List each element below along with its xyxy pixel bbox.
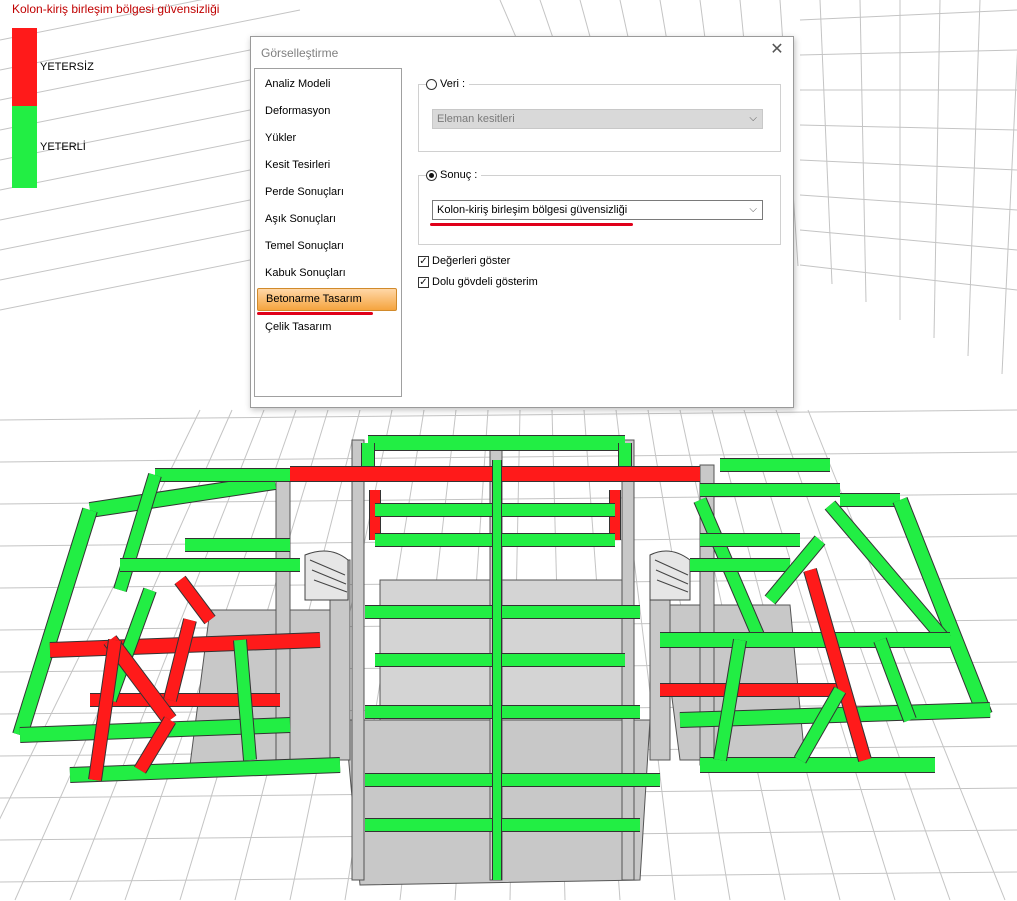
menu-item-kabuk-sonuclari[interactable]: Kabuk Sonuçları bbox=[265, 263, 389, 283]
legend-swatch-sufficient bbox=[12, 106, 37, 188]
degerleri-goster-option[interactable]: ✓ Değerleri göster bbox=[418, 255, 510, 267]
highlight-underline bbox=[257, 312, 373, 315]
degerleri-goster-label: Değerleri göster bbox=[432, 255, 511, 267]
structure-model bbox=[12, 435, 993, 886]
checkbox[interactable]: ✓ bbox=[418, 276, 429, 288]
grid-line bbox=[0, 409, 1017, 421]
sonuc-radio[interactable]: Sonuç : bbox=[426, 169, 482, 181]
column bbox=[351, 439, 365, 881]
grid-line bbox=[799, 194, 1017, 211]
grid-line bbox=[799, 9, 1017, 21]
veri-label: Veri : bbox=[440, 78, 466, 90]
beam bbox=[69, 758, 341, 782]
radio-button[interactable] bbox=[426, 78, 437, 90]
sonuc-dropdown[interactable]: Kolon-kiriş birleşim bölgesi güvensizliğ… bbox=[432, 200, 763, 220]
menu-item-celik-tasarim[interactable]: Çelik Tasarım bbox=[265, 317, 389, 337]
grid-line bbox=[933, 0, 941, 339]
grid-line bbox=[859, 0, 867, 303]
checkbox[interactable]: ✓ bbox=[418, 255, 429, 267]
legend-title: Kolon-kiriş birleşim bölgesi güvensizliğ… bbox=[12, 2, 220, 16]
grid-line bbox=[799, 229, 1017, 251]
grid-line bbox=[799, 264, 1017, 291]
radio-button[interactable] bbox=[426, 169, 437, 181]
close-icon[interactable]: ✕ bbox=[769, 41, 785, 59]
grid-line bbox=[799, 159, 1017, 171]
chevron-down-icon: ⌵ bbox=[749, 113, 757, 124]
menu-item-kesit-tesirleri[interactable]: Kesit Tesirleri bbox=[265, 155, 389, 175]
grid-line bbox=[799, 49, 1017, 56]
menu-item-betonarme-tasarim[interactable]: Betonarme Tasarım bbox=[257, 288, 397, 311]
veri-dropdown[interactable]: Eleman kesitleri ⌵ bbox=[432, 109, 763, 129]
beam bbox=[114, 473, 161, 592]
veri-dropdown-value: Eleman kesitleri bbox=[437, 113, 515, 125]
menu-item-asik-sonuclari[interactable]: Aşık Sonuçları bbox=[265, 209, 389, 229]
highlight-underline bbox=[430, 223, 633, 226]
wall-center-mid bbox=[379, 579, 631, 721]
legend-label-insufficient: YETERSİZ bbox=[40, 61, 94, 73]
dolu-govdeli-gosterim-label: Dolu gövdeli gösterim bbox=[432, 276, 538, 288]
grid-line bbox=[0, 451, 1017, 463]
sonuc-dropdown-value: Kolon-kiriş birleşim bölgesi güvensizliğ… bbox=[437, 204, 628, 216]
beam bbox=[794, 687, 846, 763]
dolu-govdeli-gosterim-option[interactable]: ✓ Dolu gövdeli gösterim bbox=[418, 276, 538, 288]
grid-line bbox=[799, 124, 1017, 131]
beam bbox=[13, 507, 97, 738]
staircase-right bbox=[649, 550, 691, 601]
menu-item-analiz-modeli[interactable]: Analiz Modeli bbox=[265, 74, 389, 94]
category-list: Analiz Modeli Deformasyon Yükler Kesit T… bbox=[254, 68, 402, 397]
beam bbox=[88, 475, 277, 517]
sonuc-label: Sonuç : bbox=[440, 169, 478, 181]
grid-line bbox=[967, 0, 981, 357]
chevron-down-icon: ⌵ bbox=[749, 204, 757, 215]
menu-item-yukler[interactable]: Yükler bbox=[265, 128, 389, 148]
menu-item-deformasyon[interactable]: Deformasyon bbox=[265, 101, 389, 121]
menu-item-temel-sonuclari[interactable]: Temel Sonuçları bbox=[265, 236, 389, 256]
legend-swatch-insufficient bbox=[12, 28, 37, 106]
wall-left-core bbox=[189, 609, 346, 766]
menu-item-perde-sonuclari[interactable]: Perde Sonuçları bbox=[265, 182, 389, 202]
visualization-dialog: Görselleştirme ✕ Analiz Modeli Deformasy… bbox=[250, 36, 794, 408]
veri-radio[interactable]: Veri : bbox=[426, 78, 470, 90]
grid-line bbox=[819, 0, 833, 285]
legend-label-sufficient: YETERLİ bbox=[40, 141, 86, 153]
grid-line bbox=[1001, 51, 1017, 375]
dialog-title: Görselleştirme bbox=[261, 46, 339, 60]
